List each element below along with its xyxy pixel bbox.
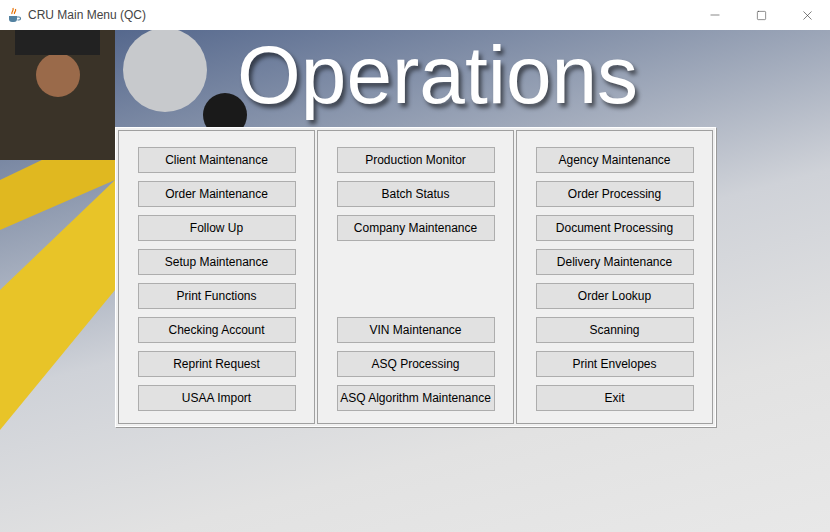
menu-button[interactable]: Follow Up <box>138 215 296 241</box>
heading-row: Operations <box>0 30 830 127</box>
menu-button[interactable]: Company Maintenance <box>337 215 495 241</box>
menu-button[interactable]: Scanning <box>536 317 694 343</box>
close-button[interactable] <box>784 0 830 30</box>
menu-button[interactable]: Reprint Request <box>138 351 296 377</box>
menu-button[interactable]: VIN Maintenance <box>337 317 495 343</box>
menu-column: Agency Maintenance Order Processing Docume… <box>516 130 713 424</box>
menu-button[interactable]: Exit <box>536 385 694 411</box>
main-window: CRU Main Menu (QC) Operations Client Maint… <box>0 0 830 532</box>
title-bar: CRU Main Menu (QC) <box>0 0 830 30</box>
menu-button[interactable]: Delivery Maintenance <box>536 249 694 275</box>
button-group: Agency Maintenance Order Processing Docume… <box>536 147 694 411</box>
menu-button[interactable]: Setup Maintenance <box>138 249 296 275</box>
menu-button[interactable]: Print Functions <box>138 283 296 309</box>
java-icon <box>6 7 22 23</box>
menu-button[interactable]: ASQ Processing <box>337 351 495 377</box>
menu-button[interactable]: Batch Status <box>337 181 495 207</box>
menu-panel: Client Maintenance Order Maintenance Follo… <box>115 127 716 427</box>
menu-button[interactable]: Agency Maintenance <box>536 147 694 173</box>
page-heading: Operations <box>237 34 638 116</box>
menu-button[interactable]: USAA Import <box>138 385 296 411</box>
button-group: VIN Maintenance ASQ Processing ASQ Algorit… <box>337 317 495 411</box>
menu-button[interactable]: Client Maintenance <box>138 147 296 173</box>
menu-button[interactable]: Production Monitor <box>337 147 495 173</box>
menu-column: Production Monitor Batch Status Company Ma… <box>317 130 514 424</box>
minimize-icon <box>708 8 722 22</box>
menu-button[interactable]: Order Processing <box>536 181 694 207</box>
maximize-button[interactable] <box>738 0 784 30</box>
content-area: Operations Client Maintenance Order Mainte… <box>0 30 830 532</box>
menu-button[interactable]: Document Processing <box>536 215 694 241</box>
menu-button[interactable]: Checking Account <box>138 317 296 343</box>
menu-button[interactable]: ASQ Algorithm Maintenance <box>337 385 495 411</box>
menu-button[interactable]: Order Lookup <box>536 283 694 309</box>
close-icon <box>800 8 815 23</box>
maximize-icon <box>756 10 767 21</box>
menu-button[interactable]: Print Envelopes <box>536 351 694 377</box>
menu-button[interactable]: Order Maintenance <box>138 181 296 207</box>
minimize-button[interactable] <box>692 0 738 30</box>
button-group: Production Monitor Batch Status Company Ma… <box>337 147 495 241</box>
button-group: Client Maintenance Order Maintenance Follo… <box>138 147 296 411</box>
menu-column: Client Maintenance Order Maintenance Follo… <box>118 130 315 424</box>
window-title: CRU Main Menu (QC) <box>28 6 146 24</box>
